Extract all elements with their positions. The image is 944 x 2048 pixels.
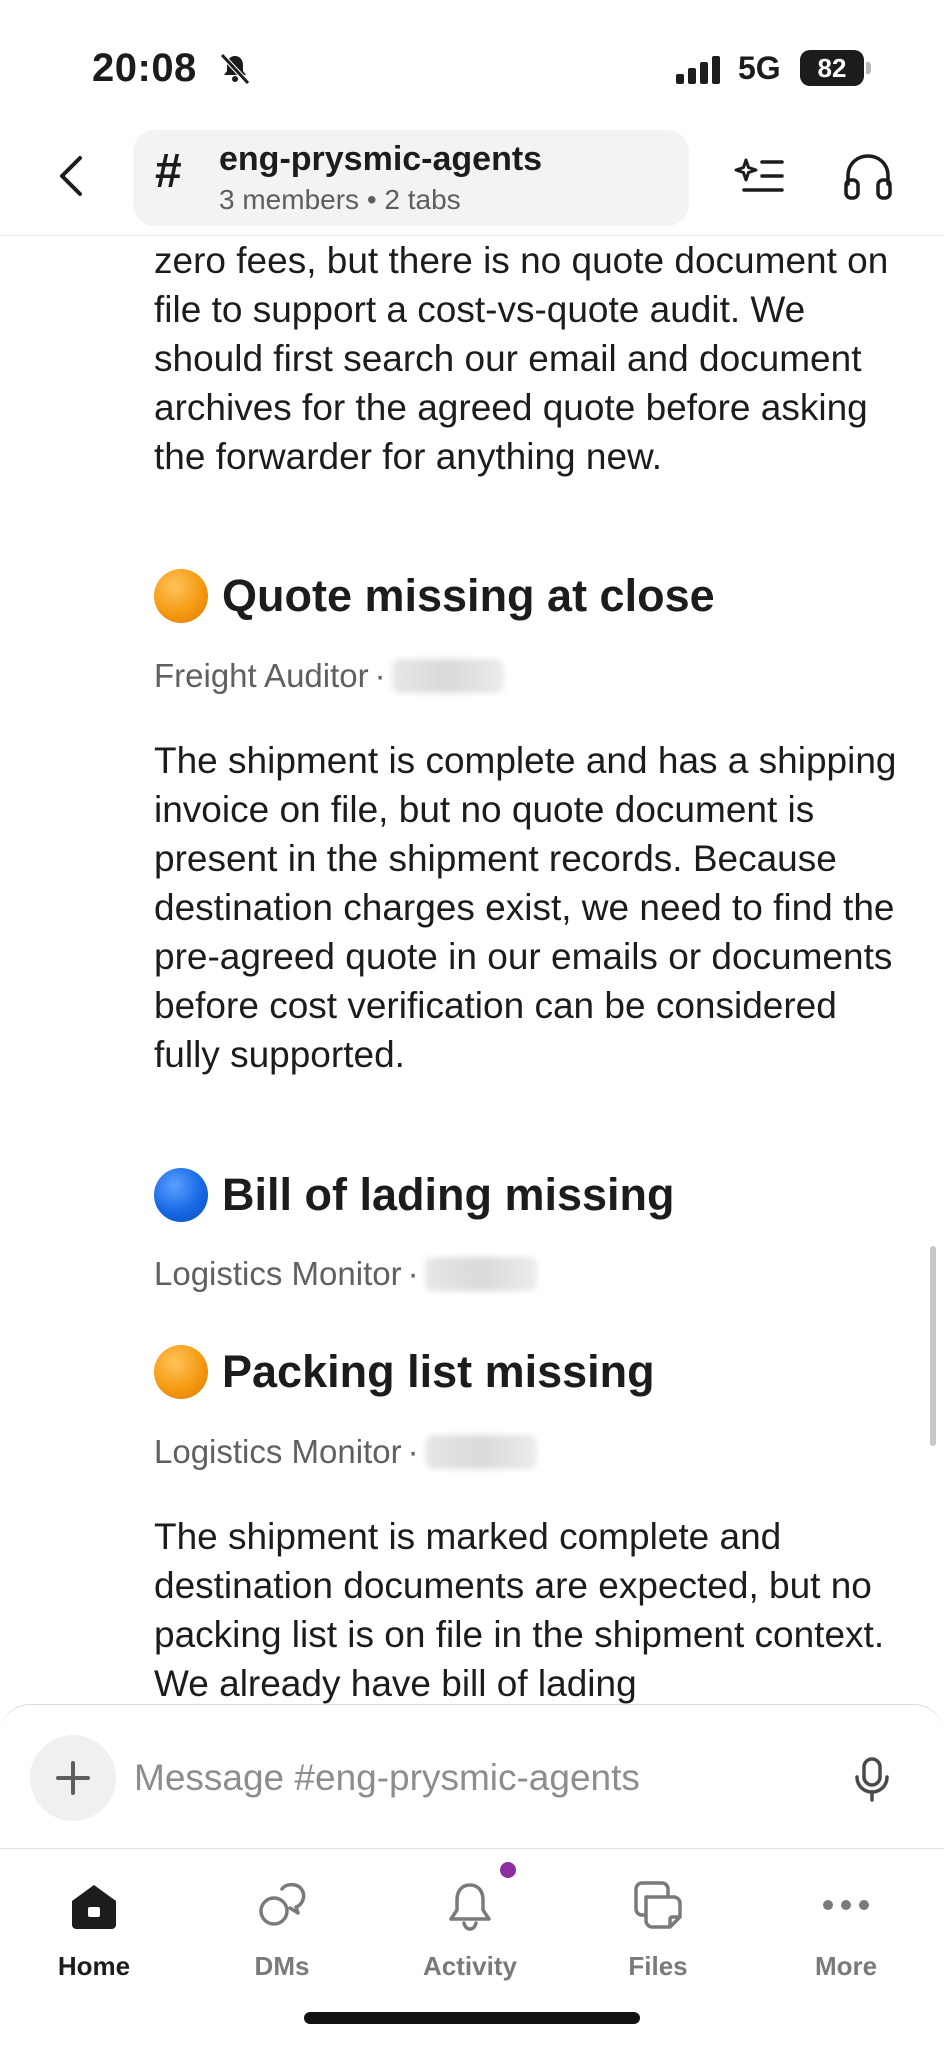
meta-separator: · xyxy=(407,1255,419,1292)
microphone-icon[interactable] xyxy=(852,1755,892,1803)
more-icon xyxy=(823,1900,869,1910)
tab-label: DMs xyxy=(254,1951,310,1981)
home-icon xyxy=(72,1885,116,1929)
tab-activity[interactable]: Activity xyxy=(376,1867,564,1987)
meta-separator: · xyxy=(407,1433,419,1470)
meta-separator: · xyxy=(374,657,386,694)
network-type: 5G xyxy=(738,50,781,86)
message-body: The shipment is complete and has a shipp… xyxy=(154,740,897,1075)
tab-home[interactable]: Home xyxy=(0,1867,188,1987)
tab-label: More xyxy=(814,1951,878,1981)
tab-label: Activity xyxy=(423,1951,517,1981)
blurred-timestamp xyxy=(391,659,504,693)
ai-summary-icon[interactable] xyxy=(732,148,788,204)
message-meta: Logistics Monitor · xyxy=(154,1430,537,1474)
message-body: zero fees, but there is no quote documen… xyxy=(154,240,889,477)
tab-more[interactable]: More xyxy=(752,1867,940,1987)
orange-circle-icon xyxy=(154,1345,208,1399)
author-name[interactable]: Logistics Monitor xyxy=(154,1433,402,1471)
tab-label: Files xyxy=(628,1951,688,1981)
activity-badge xyxy=(500,1862,516,1878)
status-bar: 20:08 5G 82 xyxy=(0,0,944,130)
bell-muted-icon xyxy=(220,53,250,85)
message-body: The shipment is marked complete and dest… xyxy=(154,1516,885,1704)
message-title: Quote missing at close xyxy=(222,570,715,621)
message-input[interactable] xyxy=(134,1751,834,1805)
message-title-row: Packing list missing xyxy=(154,1342,655,1402)
orange-circle-icon xyxy=(154,569,208,623)
message-title-row: Quote missing at close xyxy=(154,566,715,626)
blurred-timestamp xyxy=(424,1435,537,1469)
add-attachment-button[interactable] xyxy=(30,1735,116,1821)
hash-icon: # xyxy=(155,145,182,198)
blue-circle-icon xyxy=(154,1168,208,1222)
headphones-icon[interactable] xyxy=(840,148,896,204)
blurred-timestamp xyxy=(424,1257,537,1291)
author-name[interactable]: Logistics Monitor xyxy=(154,1255,402,1293)
message-title-row: Bill of lading missing xyxy=(154,1165,675,1225)
files-icon xyxy=(634,1881,682,1929)
scrollbar[interactable] xyxy=(930,1246,936,1446)
channel-name: eng-prysmic-agents xyxy=(219,140,543,178)
channel-header: # eng-prysmic-agents 3 members • 2 tabs xyxy=(0,128,944,236)
message-list[interactable]: zero fees, but there is no quote documen… xyxy=(0,236,944,1704)
channel-meta: 3 members • 2 tabs xyxy=(219,184,461,215)
tab-dms[interactable]: DMs xyxy=(188,1867,376,1987)
message-meta: Logistics Monitor · xyxy=(154,1252,537,1296)
home-indicator[interactable] xyxy=(304,2012,640,2024)
author-name[interactable]: Freight Auditor xyxy=(154,657,369,695)
tab-label: Home xyxy=(57,1951,131,1981)
back-chevron-icon[interactable] xyxy=(44,146,104,206)
message-title: Packing list missing xyxy=(222,1346,655,1397)
message-title: Bill of lading missing xyxy=(222,1169,675,1220)
channel-info-button[interactable]: # eng-prysmic-agents 3 members • 2 tabs xyxy=(133,130,689,226)
message-composer xyxy=(0,1704,944,1848)
message-meta: Freight Auditor · xyxy=(154,654,504,698)
dms-icon xyxy=(259,1882,306,1926)
status-time: 20:08 xyxy=(92,46,197,90)
signal-icon xyxy=(676,56,720,84)
tab-files[interactable]: Files xyxy=(564,1867,752,1987)
battery-indicator: 82 xyxy=(800,50,871,86)
bell-icon xyxy=(449,1883,491,1931)
